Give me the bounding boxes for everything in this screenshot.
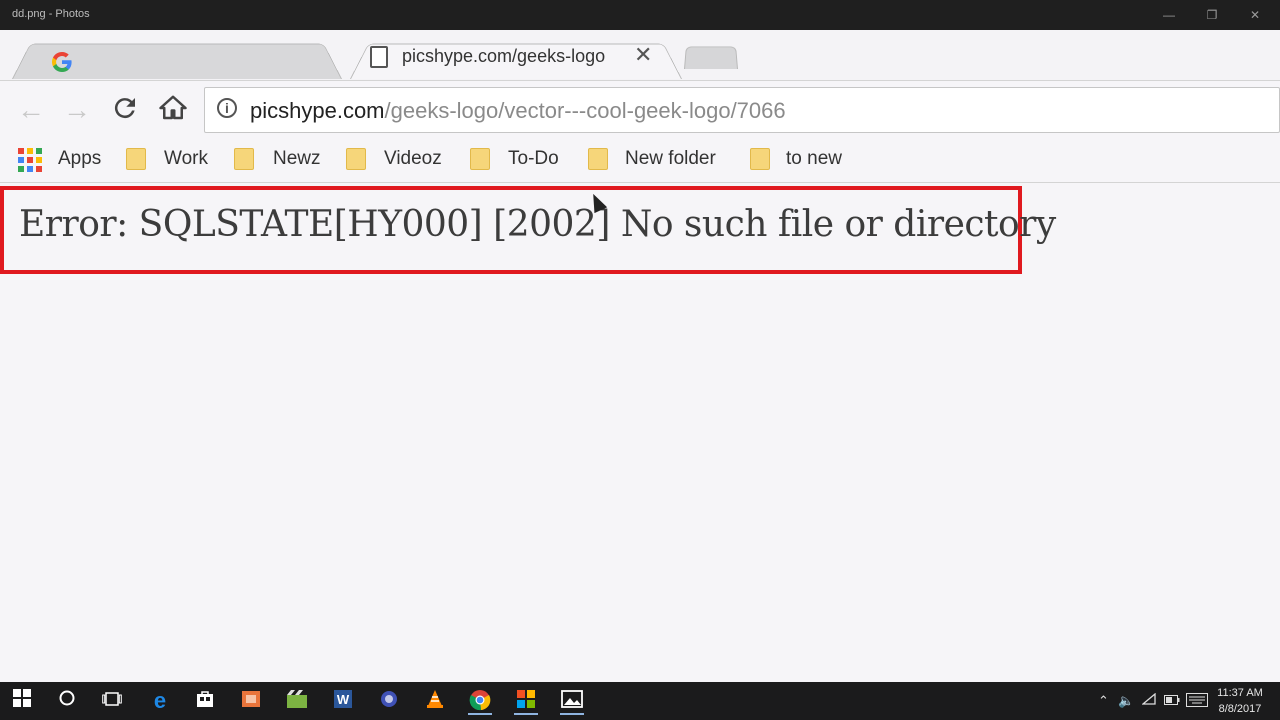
- google-g-icon: [50, 50, 74, 74]
- close-window-button[interactable]: ✕: [1234, 0, 1276, 30]
- tiles-app-icon[interactable]: [514, 689, 538, 715]
- address-bar[interactable]: i picshype.com/geeks-logo/vector---cool-…: [204, 87, 1280, 133]
- apps-grid-icon: [18, 148, 42, 172]
- error-highlight-box: Error: SQLSTATE[HY000] [2002] No such fi…: [0, 186, 1056, 274]
- video-editor-icon[interactable]: [285, 689, 309, 713]
- url-host: picshype.com: [250, 98, 385, 123]
- tab-picshype[interactable]: picshype.com/geeks-logo ✕: [350, 38, 682, 79]
- folder-icon: [750, 148, 770, 170]
- word-icon[interactable]: W: [331, 689, 355, 713]
- windows-taskbar: e W ⌃ 🔈 11:37 AM 8/8/2017: [0, 682, 1280, 720]
- bookmark-new-folder[interactable]: New folder: [588, 146, 738, 174]
- photos-app-icon[interactable]: [560, 689, 584, 715]
- browser-toolbar: ← → i picshype.com/geeks-logo/vector---c…: [0, 80, 1280, 139]
- bookmarks-bar: Apps Work Newz Videoz To-Do New folder t…: [0, 138, 1280, 183]
- bookmark-label: Apps: [58, 148, 102, 169]
- restore-button[interactable]: ❐: [1191, 0, 1233, 30]
- url-text[interactable]: picshype.com/geeks-logo/vector---cool-ge…: [250, 98, 786, 124]
- clock-time: 11:37 AM: [1217, 687, 1263, 699]
- presentation-app-icon[interactable]: [239, 689, 263, 713]
- bookmark-videoz[interactable]: Videoz: [346, 146, 456, 174]
- tray-chevron-icon[interactable]: ⌃: [1098, 693, 1109, 709]
- clock-date: 8/8/2017: [1218, 703, 1262, 715]
- forward-arrow-icon[interactable]: →: [60, 93, 94, 127]
- volume-icon[interactable]: 🔈: [1118, 693, 1134, 709]
- system-clock[interactable]: 11:37 AM 8/8/2017: [1214, 685, 1266, 717]
- bookmark-to-new[interactable]: to new: [750, 146, 860, 174]
- bookmark-label: New folder: [625, 148, 716, 169]
- url-path: /geeks-logo/vector---cool-geek-logo/7066: [384, 98, 786, 123]
- minimize-button[interactable]: —: [1148, 0, 1190, 30]
- folder-icon: [126, 148, 146, 170]
- bookmark-work[interactable]: Work: [126, 146, 221, 174]
- bookmark-label: Newz: [273, 148, 321, 169]
- new-tab-button[interactable]: [684, 44, 738, 69]
- tab-google[interactable]: [12, 38, 342, 79]
- site-info-icon[interactable]: i: [217, 98, 237, 118]
- edge-browser-icon[interactable]: e: [148, 689, 172, 713]
- task-view-icon[interactable]: [100, 689, 124, 713]
- keyboard-icon[interactable]: [1186, 693, 1208, 710]
- bookmark-todo[interactable]: To-Do: [470, 146, 580, 174]
- folder-icon: [588, 148, 608, 170]
- battery-icon[interactable]: [1164, 693, 1180, 708]
- folder-icon: [470, 148, 490, 170]
- folder-icon: [234, 148, 254, 170]
- bookmark-newz[interactable]: Newz: [234, 146, 329, 174]
- photos-title-bar: dd.png - Photos — ❐ ✕: [0, 0, 1280, 30]
- reload-icon[interactable]: [108, 93, 142, 127]
- vlc-icon[interactable]: [423, 689, 447, 713]
- tab-close-icon[interactable]: ✕: [634, 42, 652, 68]
- folder-icon: [346, 148, 366, 170]
- cortana-search-icon[interactable]: [55, 689, 79, 713]
- error-message: Error: SQLSTATE[HY000] [2002] No such fi…: [19, 204, 1056, 245]
- app-icon[interactable]: [377, 689, 401, 713]
- window-title: dd.png - Photos: [12, 8, 90, 20]
- back-arrow-icon[interactable]: ←: [14, 93, 48, 127]
- windows-start-icon[interactable]: [10, 689, 34, 713]
- home-icon[interactable]: [156, 93, 190, 127]
- bookmark-label: Work: [164, 148, 208, 169]
- network-icon[interactable]: [1141, 692, 1156, 708]
- svg-text:W: W: [337, 692, 350, 707]
- page-file-icon: [370, 46, 388, 68]
- bookmark-label: to new: [786, 148, 842, 169]
- bookmark-label: To-Do: [508, 148, 559, 169]
- bookmark-apps[interactable]: Apps: [18, 146, 108, 174]
- tab-strip: picshype.com/geeks-logo ✕: [0, 30, 1280, 80]
- bookmark-label: Videoz: [384, 148, 442, 169]
- store-icon[interactable]: [193, 689, 217, 713]
- tab-title: picshype.com/geeks-logo: [402, 46, 606, 66]
- chrome-icon[interactable]: [468, 689, 492, 715]
